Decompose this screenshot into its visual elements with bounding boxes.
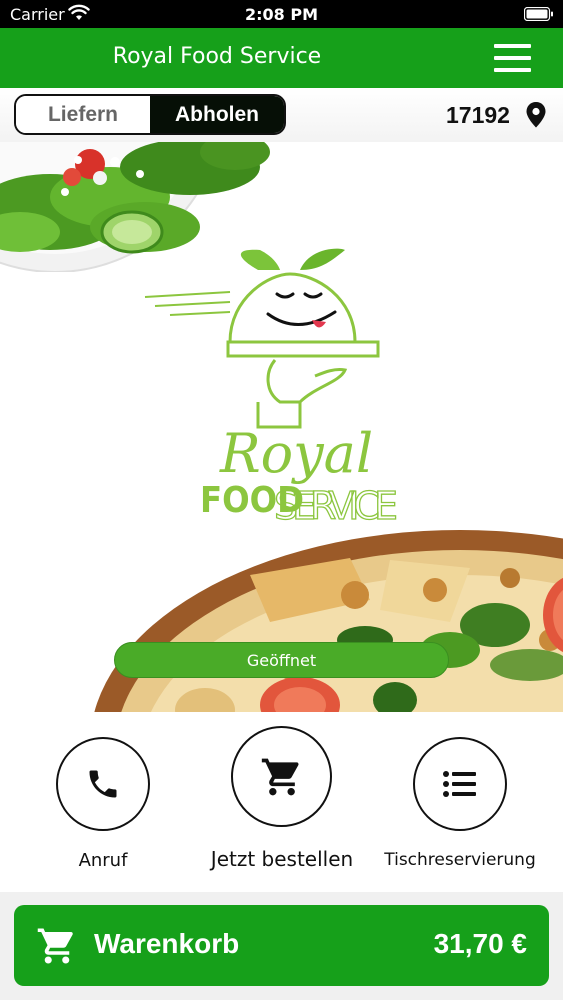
shopping-cart-icon bbox=[261, 758, 298, 795]
delivery-option[interactable]: Liefern bbox=[16, 96, 150, 133]
logo-service-text: SERVICE bbox=[274, 484, 398, 528]
shopping-cart-icon bbox=[37, 928, 73, 964]
postal-code[interactable]: 17192 bbox=[446, 102, 510, 129]
hero-banner: Royal FOOD SERVICE Geöffnet bbox=[0, 142, 563, 712]
hamburger-menu-icon[interactable] bbox=[488, 40, 536, 76]
cart-label: Warenkorb bbox=[94, 928, 240, 959]
cart-area: Warenkorb 31,70 € bbox=[0, 892, 563, 1000]
table-reservation-label: Tischreservierung bbox=[384, 850, 536, 870]
list-icon bbox=[443, 771, 476, 797]
order-now-circle[interactable] bbox=[231, 726, 332, 827]
cart-button[interactable]: Warenkorb 31,70 € bbox=[14, 905, 549, 986]
map-pin-icon[interactable] bbox=[526, 102, 546, 133]
order-mode-bar: Liefern Abholen 17192 bbox=[0, 88, 563, 142]
royal-food-service-logo: Royal FOOD SERVICE bbox=[144, 248, 399, 529]
battery-icon bbox=[523, 6, 554, 26]
pizza-image bbox=[94, 530, 563, 712]
cart-total: 31,70 € bbox=[433, 928, 527, 959]
phone-icon bbox=[89, 770, 117, 798]
call-circle[interactable] bbox=[56, 737, 150, 831]
pickup-option[interactable]: Abholen bbox=[150, 96, 284, 133]
logo-royal-text: Royal bbox=[219, 422, 373, 485]
app-title: Royal Food Service bbox=[112, 44, 322, 69]
table-reservation-circle[interactable] bbox=[413, 737, 507, 831]
order-mode-toggle: Liefern Abholen bbox=[14, 94, 286, 135]
clock-label: 2:08 PM bbox=[244, 5, 318, 24]
action-row: Anruf Jetzt bestellen Tischreservierung bbox=[0, 712, 563, 892]
open-status-badge: Geöffnet bbox=[114, 642, 449, 678]
nav-bar: Royal Food Service bbox=[0, 28, 563, 88]
order-now-label: Jetzt bestellen bbox=[210, 847, 354, 871]
status-bar: Carrier 2:08 PM bbox=[0, 0, 563, 28]
call-label: Anruf bbox=[78, 850, 128, 871]
